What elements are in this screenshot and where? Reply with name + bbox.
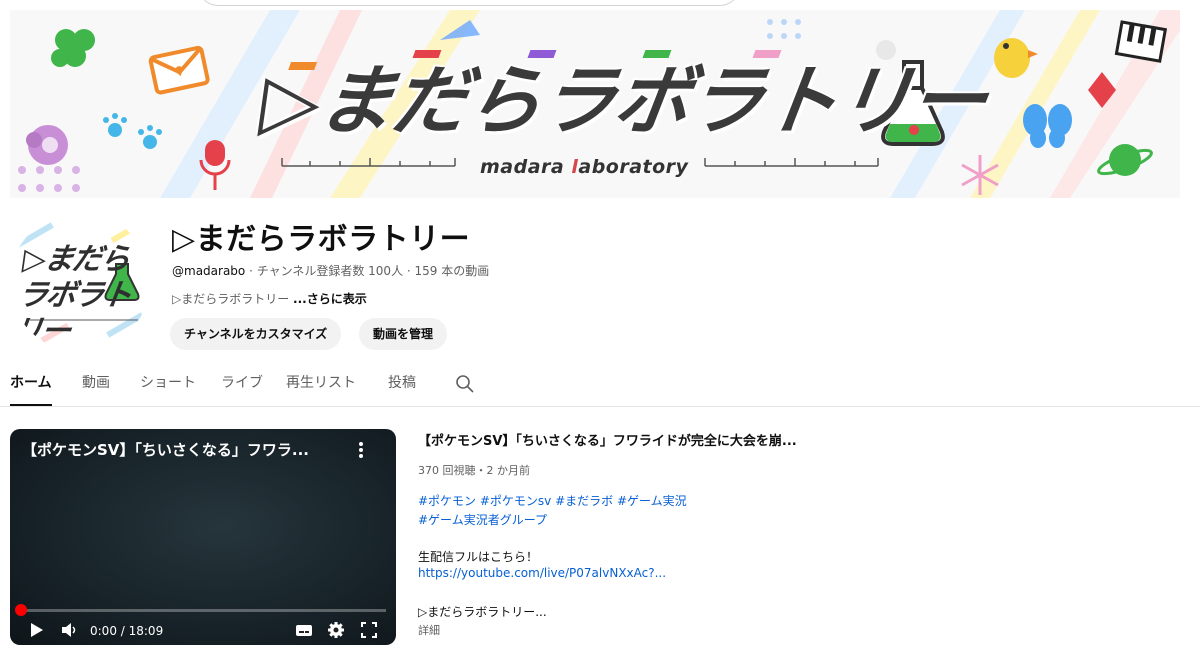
- fullscreen-icon[interactable]: [360, 621, 378, 643]
- channel-banner: ▷まだらラボラトリー madara laboratory: [10, 10, 1180, 198]
- tabs-divider: [0, 406, 1200, 407]
- hashtag-line[interactable]: #ポケモン #ポケモンsv #まだラボ #ゲーム実況: [418, 492, 687, 511]
- tab-shorts[interactable]: ショート: [140, 372, 196, 406]
- settings-gear-icon[interactable]: [327, 621, 345, 643]
- progress-bar[interactable]: [20, 609, 386, 612]
- video-meta: 370 回視聴・2 か月前: [418, 464, 530, 477]
- channel-stats: · チャンネル登録者数 100人 · 159 本の動画: [245, 264, 490, 278]
- captions-icon[interactable]: [295, 621, 313, 643]
- avatar-logo-text: ▷まだら ラボラトリー: [10, 242, 133, 349]
- customize-channel-button[interactable]: チャンネルをカスタマイズ: [170, 318, 342, 350]
- banner-logo-title: ▷まだらラボラトリー: [255, 56, 991, 145]
- video-title[interactable]: 【ポケモンSV】「ちいさくなる」フワライドが完全に大会を崩...: [418, 430, 797, 449]
- channel-description[interactable]: ▷まだらラボラトリー ...さらに表示: [172, 290, 367, 307]
- channel-name: ▷まだらラボラトリー: [172, 222, 471, 257]
- tab-live[interactable]: ライブ: [221, 372, 263, 406]
- tab-home[interactable]: ホーム: [10, 372, 52, 406]
- player-title[interactable]: 【ポケモンSV】「ちいさくなる」フワラ...: [22, 439, 309, 460]
- play-icon[interactable]: [28, 621, 44, 643]
- manage-videos-button[interactable]: 動画を管理: [359, 318, 448, 350]
- video-hashtags[interactable]: #ポケモン #ポケモンsv #まだラボ #ゲーム実況 #ゲーム実況者グループ: [418, 492, 687, 530]
- banner-subtitle: madara laboratory: [480, 156, 689, 178]
- channel-meta: @madarabo · チャンネル登録者数 100人 · 159 本の動画: [172, 262, 489, 279]
- live-stream-note: 生配信フルはこちら！: [418, 550, 539, 564]
- tab-videos[interactable]: 動画: [82, 372, 110, 406]
- progress-scrubber[interactable]: [15, 604, 27, 616]
- more-options-icon[interactable]: [356, 441, 366, 463]
- tab-posts[interactable]: 投稿: [388, 372, 416, 406]
- search-bar-edge: [198, 0, 740, 6]
- description-channel-line: ▷まだらラボラトリー...: [418, 605, 547, 619]
- channel-avatar[interactable]: ▷まだら ラボラトリー: [10, 212, 150, 352]
- channel-tabs: ホーム 動画 ショート ライブ 再生リスト 投稿: [0, 366, 1200, 406]
- hashtag-line[interactable]: #ゲーム実況者グループ: [418, 511, 687, 530]
- video-player[interactable]: 【ポケモンSV】「ちいさくなる」フワラ... 0:00 / 18:09: [10, 429, 396, 645]
- show-more-link[interactable]: ...さらに表示: [293, 292, 367, 306]
- tab-search-icon[interactable]: [455, 374, 475, 398]
- details-link[interactable]: 詳細: [418, 622, 440, 638]
- player-time: 0:00 / 18:09: [90, 624, 164, 638]
- channel-handle: @madarabo: [172, 264, 246, 278]
- volume-icon[interactable]: [60, 621, 78, 643]
- tab-playlists[interactable]: 再生リスト: [286, 372, 356, 406]
- live-link[interactable]: https://youtube.com/live/P07alvNXxAc?...: [418, 566, 666, 580]
